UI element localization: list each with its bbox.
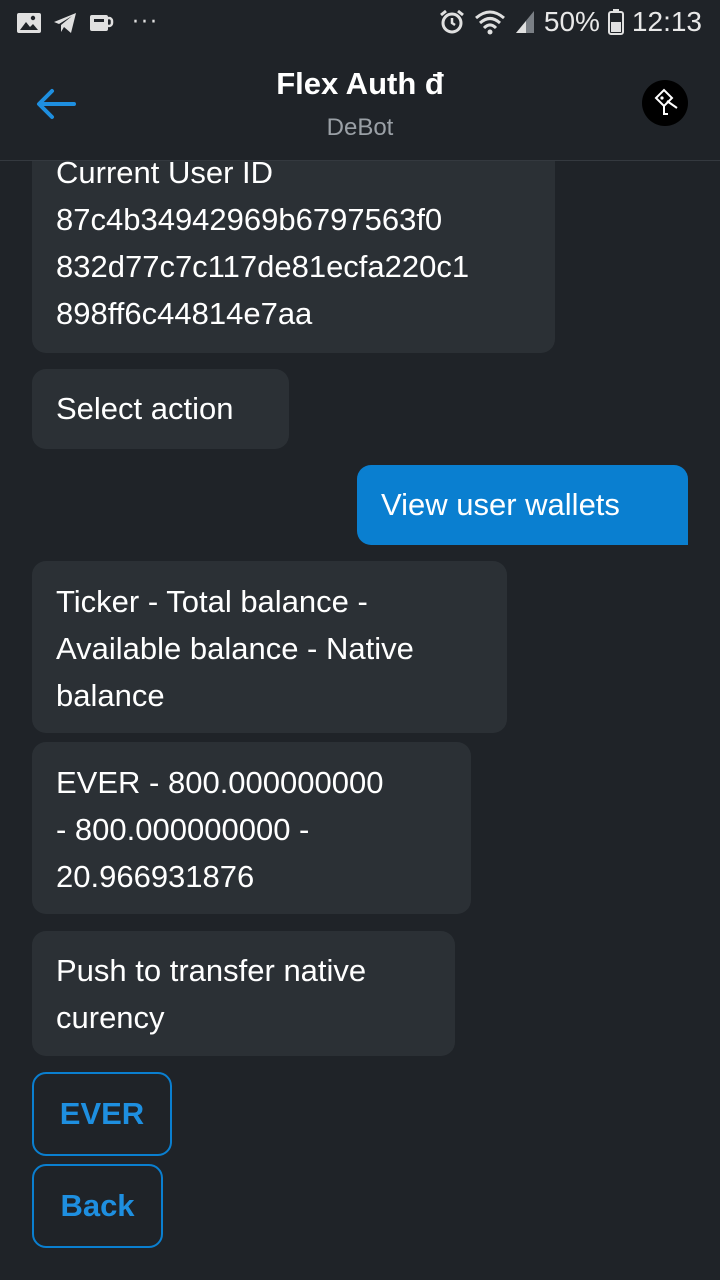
status-bar: ··· 50% 12:13 bbox=[0, 0, 720, 48]
more-notifications-icon: ··· bbox=[132, 10, 159, 35]
user-message-view-wallets: View user wallets bbox=[357, 465, 688, 545]
status-notifications: ··· bbox=[16, 10, 159, 35]
alarm-icon bbox=[438, 8, 466, 36]
message-line: 20.966931876 bbox=[56, 859, 255, 894]
status-system: 50% 12:13 bbox=[438, 6, 702, 38]
message-line: 898ff6c44814e7aa bbox=[56, 296, 313, 331]
chat-subtitle: DeBot bbox=[326, 114, 394, 141]
message-line: 832d77c7c117de81ecfa220c1 bbox=[56, 249, 470, 284]
message-list[interactable]: Current User ID 87c4b34942969b6797563f0 … bbox=[0, 161, 720, 1280]
message-line: View user wallets bbox=[381, 487, 620, 522]
message-line: Available balance - Native bbox=[56, 631, 414, 666]
message-line: Push to transfer native bbox=[56, 953, 367, 988]
message-line: Current User ID bbox=[56, 161, 274, 190]
bot-message-select-action: Select action bbox=[32, 369, 289, 449]
chat-header: Flex Auth đ DeBot bbox=[0, 48, 720, 161]
bot-avatar[interactable] bbox=[642, 80, 688, 126]
debot-logo-icon bbox=[650, 86, 680, 120]
message-line: balance bbox=[56, 678, 165, 713]
message-line: 87c4b34942969b6797563f0 bbox=[56, 202, 443, 237]
bot-message-transfer-prompt: Push to transfer native curency bbox=[32, 931, 455, 1056]
battery-icon bbox=[607, 9, 624, 35]
bot-message-wallet-header: Ticker - Total balance - Available balan… bbox=[32, 561, 507, 733]
chat-title: Flex Auth đ bbox=[276, 66, 444, 101]
message-line: EVER - 800.000000000 bbox=[56, 765, 384, 800]
message-line: curency bbox=[56, 1000, 165, 1035]
gallery-icon bbox=[16, 11, 42, 35]
ever-button[interactable]: EVER bbox=[32, 1072, 172, 1156]
coffee-icon bbox=[88, 11, 114, 35]
telegram-icon bbox=[52, 11, 78, 35]
message-line: - 800.000000000 - bbox=[56, 812, 310, 847]
bot-message-user-id: Current User ID 87c4b34942969b6797563f0 … bbox=[32, 161, 555, 353]
battery-percent: 50% bbox=[543, 6, 600, 37]
wifi-icon bbox=[474, 8, 506, 36]
back-button[interactable]: Back bbox=[32, 1164, 163, 1248]
message-line: Ticker - Total balance - bbox=[56, 584, 368, 619]
message-line: Select action bbox=[56, 391, 234, 426]
bot-message-ever-balance: EVER - 800.000000000 - 800.000000000 - 2… bbox=[32, 742, 471, 914]
clock: 12:13 bbox=[631, 6, 702, 37]
signal-icon bbox=[514, 9, 536, 35]
